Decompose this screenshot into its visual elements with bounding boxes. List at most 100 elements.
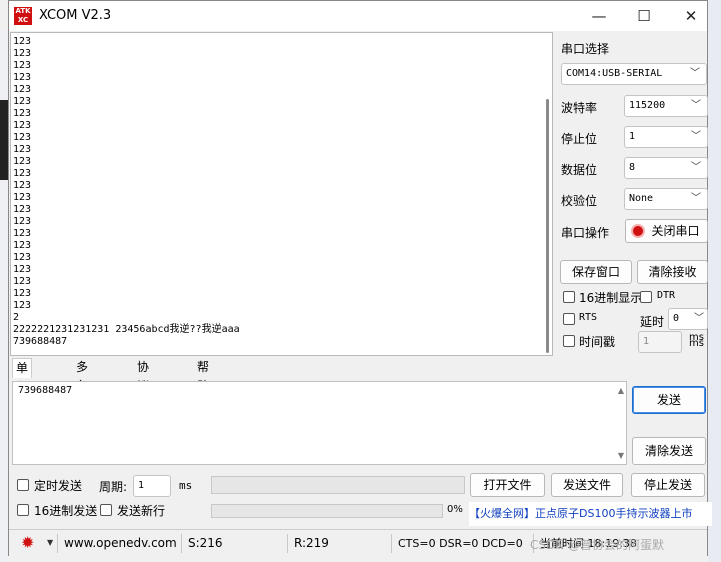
period-unit: ms <box>179 479 193 492</box>
chevron-down-icon: ﹀ <box>691 131 701 142</box>
send-file-button[interactable]: 发送文件 <box>551 473 623 497</box>
xcom-window: ATK XC XCOM V2.3 — ☐ ✕ 123 123 123 123 123 123… <box>8 0 712 556</box>
receive-line: 123 <box>13 108 32 119</box>
received-count: R:219 <box>287 534 394 553</box>
timestamp-checkbox[interactable] <box>563 335 575 347</box>
rts-checkbox[interactable] <box>563 313 575 325</box>
scroll-up-icon[interactable]: ▲ <box>618 386 624 395</box>
website-link[interactable]: www.openedv.com <box>57 534 184 553</box>
caret-down-icon[interactable]: ▼ <box>47 538 53 547</box>
clear-receive-button[interactable]: 清除接收 <box>637 260 708 284</box>
save-window-button[interactable]: 保存窗口 <box>560 260 632 284</box>
close-button[interactable]: ✕ <box>676 5 706 27</box>
receive-line: 123 <box>13 144 32 155</box>
data-bits-value: 8 <box>629 162 636 173</box>
receive-line: 123 <box>13 300 32 311</box>
port-select[interactable]: COM14:USB-SERIAL ﹀ <box>561 63 707 85</box>
hex-display-label: 16进制显示 <box>579 291 643 305</box>
send-input[interactable]: 739688487 ▲ ▼ <box>12 381 627 465</box>
minimize-button[interactable]: — <box>584 5 614 27</box>
receive-line: 123 <box>13 264 32 275</box>
title-bar: ATK XC XCOM V2.3 — ☐ ✕ <box>9 1 707 31</box>
tab-multi-send[interactable]: 多条发送 <box>73 358 91 431</box>
parity-select[interactable]: None ﹀ <box>624 188 708 210</box>
port-value: COM14:USB-SERIAL <box>566 68 663 79</box>
chevron-down-icon: ﹀ <box>691 100 701 111</box>
serial-op-label: 串口操作 <box>561 226 610 240</box>
receive-line: 123 <box>13 132 32 143</box>
tab-help[interactable]: 帮助 <box>194 358 212 393</box>
close-port-button[interactable]: 关闭串口 <box>625 219 708 243</box>
close-port-label: 关闭串口 <box>651 224 700 238</box>
timestamp-value: 1 <box>643 336 650 347</box>
receive-line: 123 <box>13 192 32 203</box>
dtr-label: DTR <box>657 290 676 301</box>
maximize-button[interactable]: ☐ <box>629 5 659 27</box>
stop-bits-label: 停止位 <box>561 132 598 146</box>
chevron-down-icon: ﹀ <box>690 68 700 79</box>
receive-line: 2222221231231231 23456abcd我逆??我逆aaa <box>13 324 240 335</box>
send-text: 739688487 <box>18 385 73 396</box>
open-file-button[interactable]: 打开文件 <box>470 473 545 497</box>
baud-select[interactable]: 115200 ﹀ <box>624 95 708 117</box>
gear-icon[interactable]: ✹ <box>21 533 34 552</box>
hex-display-checkbox[interactable] <box>563 291 575 303</box>
rts-label: RTS <box>579 312 598 323</box>
dtr-checkbox[interactable] <box>640 291 652 303</box>
receive-line: 123 <box>13 276 32 287</box>
receive-line: 123 <box>13 96 32 107</box>
parity-label: 校验位 <box>561 194 598 208</box>
receive-area[interactable]: 123 123 123 123 123 123 123 123 123 123 123 123 123 1… <box>10 32 553 356</box>
desktop-left-strip <box>0 30 8 562</box>
period-value: 1 <box>138 480 145 491</box>
baud-label: 波特率 <box>561 101 598 115</box>
progress-percent: 0% <box>447 504 463 515</box>
stop-bits-select[interactable]: 1 ﹀ <box>624 126 708 148</box>
receive-line: 123 <box>13 216 32 227</box>
scroll-down-icon[interactable]: ▼ <box>618 451 624 460</box>
desktop-right-strip <box>708 0 721 562</box>
receive-line: 123 <box>13 60 32 71</box>
stop-bits-value: 1 <box>629 131 636 142</box>
hex-send-checkbox[interactable] <box>17 504 29 516</box>
file-path-field[interactable] <box>211 476 465 494</box>
timestamp-label: 时间戳 <box>579 335 616 349</box>
chevron-down-icon: ﹀ <box>691 193 701 204</box>
port-label: 串口选择 <box>561 42 610 56</box>
timestamp-unit: ms <box>689 338 704 349</box>
tab-single-send[interactable]: 单条发送 <box>12 358 33 432</box>
receive-line: 123 <box>13 288 32 299</box>
period-input[interactable]: 1 <box>133 475 171 497</box>
stop-send-button[interactable]: 停止发送 <box>631 473 705 497</box>
delay-select[interactable]: 0 ﹀ <box>668 308 708 330</box>
line-status: CTS=0 DSR=0 DCD=0 <box>391 534 538 553</box>
watermark: CSDN @普协会的阿蛋默 <box>530 538 665 552</box>
desktop-dark-block <box>0 100 8 180</box>
hex-send-label: 16进制发送 <box>34 504 98 518</box>
receive-line: 123 <box>13 252 32 263</box>
receive-line: 123 <box>13 228 32 239</box>
receive-line: 123 <box>13 120 32 131</box>
ad-banner-link[interactable]: 【火爆全网】正点原子DS100手持示波器上市 <box>469 502 712 526</box>
receive-line: 123 <box>13 48 32 59</box>
receive-line: 123 <box>13 168 32 179</box>
send-newline-label: 发送新行 <box>117 504 166 518</box>
receive-line: 123 <box>13 156 32 167</box>
send-newline-checkbox[interactable] <box>100 504 112 516</box>
tab-protocol[interactable]: 协议传输 <box>134 358 152 431</box>
parity-value: None <box>629 193 654 204</box>
period-label: 周期: <box>99 480 128 494</box>
timed-send-label: 定时发送 <box>34 479 83 493</box>
data-bits-label: 数据位 <box>561 163 598 177</box>
timestamp-input[interactable]: 1 <box>638 331 682 353</box>
chevron-down-icon: ﹀ <box>694 313 704 324</box>
send-button[interactable]: 发送 <box>632 386 706 414</box>
receive-line: 123 <box>13 180 32 191</box>
delay-value: 0 <box>673 313 680 324</box>
receive-scroll-thumb[interactable] <box>546 99 549 353</box>
clear-send-button[interactable]: 清除发送 <box>632 437 706 465</box>
receive-line: 739688487 <box>13 336 68 347</box>
timed-send-checkbox[interactable] <box>17 479 29 491</box>
send-progress-bar <box>211 504 443 518</box>
data-bits-select[interactable]: 8 ﹀ <box>624 157 708 179</box>
